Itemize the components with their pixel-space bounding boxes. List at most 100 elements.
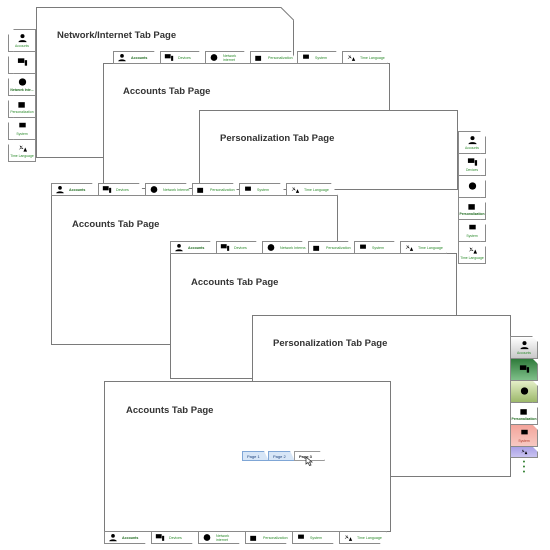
tab-time-language[interactable]: Time Language [8, 139, 36, 162]
page-tab-1[interactable]: Page 1 [242, 451, 269, 461]
tab-label: Network Inte... [10, 88, 34, 92]
tab-label: Network Internet [280, 245, 307, 250]
devices-icon [519, 364, 530, 374]
tab-system[interactable]: System [239, 183, 287, 196]
globe-icon [209, 53, 219, 62]
tab-devices[interactable]: Devices [160, 51, 206, 64]
tab-label: Personalization [263, 535, 288, 540]
tab-accounts[interactable]: Accounts [458, 131, 486, 154]
tab-network[interactable]: Network Internet [262, 241, 309, 254]
tab-label: Accounts [122, 535, 139, 540]
tab-strip-top: Accounts Devices Network internet Person… [113, 51, 387, 64]
tab-label: Personalization [459, 212, 485, 216]
tab-personalization[interactable]: Personalization [308, 241, 355, 254]
tab-time-language[interactable]: Time Language [286, 183, 338, 196]
brush-icon [519, 406, 530, 416]
tab-label: System [372, 245, 384, 250]
devices-icon [220, 243, 230, 252]
mouse-cursor-icon [305, 456, 313, 466]
tab-label: Time Language [304, 187, 329, 192]
person-icon [108, 533, 118, 542]
tab-network[interactable]: Network Inte... [8, 73, 36, 96]
tab-personalization[interactable]: Personalization [250, 51, 298, 64]
tab-system[interactable]: System [458, 219, 486, 242]
tab-time-language[interactable]: Time Language [339, 531, 387, 544]
tab-time-language[interactable] [510, 446, 538, 458]
laptop-icon [243, 185, 253, 194]
page-title: Accounts Tab Page [191, 277, 279, 288]
tab-personalization[interactable]: Personalization [245, 531, 293, 544]
laptop-icon [467, 223, 478, 233]
language-icon [404, 243, 414, 252]
person-icon [519, 340, 530, 350]
tab-label: System [315, 55, 327, 60]
tab-accounts[interactable]: Accounts [51, 183, 99, 196]
tab-devices[interactable] [510, 358, 538, 381]
tab-accounts[interactable]: Accounts [8, 29, 36, 52]
tab-label: System [16, 132, 28, 136]
page-title: Personalization Tab Page [273, 338, 388, 349]
tab-strip-top: Accounts Devices Network Internet Person… [170, 241, 446, 254]
tab-label: Network internet [216, 533, 230, 542]
tab-label: Time Language [418, 245, 443, 250]
tab-system[interactable]: System [292, 531, 340, 544]
tab-personalization[interactable]: Personalization [510, 402, 538, 425]
more-tabs-dots[interactable]: • • • [510, 459, 538, 476]
devices-icon [164, 53, 174, 62]
vertical-tab-strip-left: Accounts Network Inte... Personalization… [8, 29, 36, 162]
tab-strip-bottom: Accounts Devices Network internet Person… [104, 531, 386, 544]
tab-label: Time Language [360, 55, 385, 60]
tab-accounts[interactable]: Accounts [104, 531, 152, 544]
tab-devices[interactable]: Devices [151, 531, 199, 544]
tab-accounts[interactable]: Accounts [170, 241, 217, 254]
tab-system[interactable]: System [297, 51, 343, 64]
brush-icon [17, 99, 28, 109]
tab-network[interactable]: Network internet [205, 51, 251, 64]
tab-label: System [257, 187, 269, 192]
tab-network[interactable] [510, 380, 538, 403]
page-tab-2[interactable]: Page 2 [268, 451, 295, 461]
tab-label: Devices [465, 168, 479, 172]
tab-accounts[interactable]: Accounts [113, 51, 161, 64]
tab-network[interactable]: Network internet [198, 531, 246, 544]
tab-time-language[interactable]: Time Language [342, 51, 388, 64]
tab-label: Time Language [460, 256, 484, 260]
language-icon [520, 448, 528, 455]
person-icon [17, 33, 28, 43]
tab-label: Accounts [131, 55, 148, 60]
tab-label: Devices [116, 187, 129, 192]
tab-label: Personalization [10, 110, 34, 114]
tab-devices[interactable]: Devices [98, 183, 146, 196]
tab-network[interactable] [458, 175, 486, 198]
vertical-tab-strip-right: Accounts Devices Personalization System … [458, 131, 486, 263]
page-title: Network/Internet Tab Page [57, 30, 177, 41]
page-title: Personalization Tab Page [220, 133, 335, 144]
tab-label: Time Language [357, 535, 382, 540]
tab-personalization[interactable]: Personalization [8, 95, 36, 118]
tab-system[interactable]: System [510, 424, 538, 447]
tab-network[interactable]: Network Internet [145, 183, 193, 196]
page-title: Accounts Tab Page [126, 405, 214, 416]
tab-accounts[interactable]: Accounts [510, 336, 538, 359]
tab-label: Personalization [210, 187, 235, 192]
brush-icon [312, 243, 322, 252]
tab-devices[interactable]: Devices [216, 241, 263, 254]
person-icon [117, 53, 127, 62]
tab-time-language[interactable]: Time Language [458, 241, 486, 264]
tab-label: Devices [178, 55, 191, 60]
tab-panel-personalization-1: Personalization Tab Page [199, 110, 458, 190]
tab-label: Accounts [69, 187, 86, 192]
tab-time-language[interactable]: Time Language [400, 241, 447, 254]
person-icon [174, 243, 184, 252]
tab-label: Accounts [517, 351, 531, 355]
tab-system[interactable]: System [8, 117, 36, 140]
language-icon [467, 245, 478, 255]
tab-devices[interactable]: Devices [458, 153, 486, 176]
tab-system[interactable]: System [354, 241, 401, 254]
devices-icon [467, 157, 478, 167]
tab-devices[interactable] [8, 51, 36, 74]
tab-personalization[interactable]: Personalization [192, 183, 240, 196]
page-title: Accounts Tab Page [123, 86, 211, 97]
page-title: Accounts Tab Page [72, 219, 160, 230]
tab-personalization[interactable]: Personalization [458, 197, 486, 220]
